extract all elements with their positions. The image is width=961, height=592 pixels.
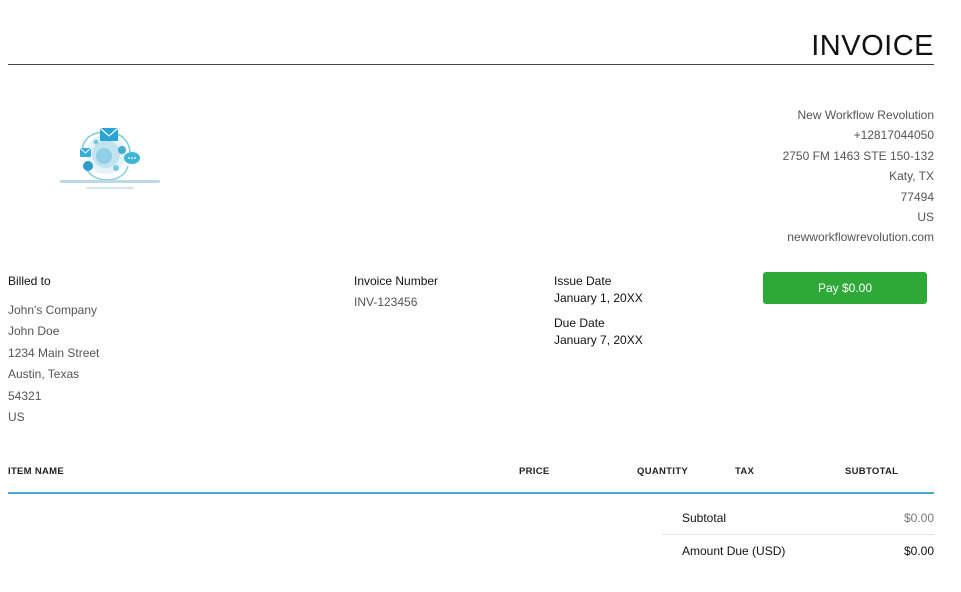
amount-due-label: Amount Due (USD) [682, 544, 786, 558]
column-tax: TAX [735, 466, 755, 477]
amount-due-value: $0.00 [903, 544, 934, 558]
invoice-number-label: Invoice Number [354, 274, 439, 288]
totals-divider [662, 534, 934, 535]
company-name: New Workflow Revolution [797, 108, 935, 122]
company-info: New Workflow Revolution +12817044050 275… [783, 105, 934, 248]
company-phone: +12817044050 [853, 128, 934, 143]
due-date-label: Due Date [554, 316, 605, 330]
column-price: PRICE [519, 466, 550, 477]
due-date: January 7, 20XX [554, 333, 643, 347]
table-header-divider [8, 492, 934, 494]
subtotal-value: $0.00 [903, 511, 934, 525]
invoice-number: INV-123456 [354, 295, 418, 309]
billed-company: John's Company [8, 303, 98, 317]
company-logo [58, 124, 162, 196]
company-country: US [917, 210, 934, 225]
billed-city-state: Austin, Texas [8, 367, 80, 382]
subtotal-label: Subtotal [682, 511, 727, 525]
billed-to-details: John's Company John Doe 1234 Main Street… [8, 300, 99, 428]
billed-name: John Doe [8, 324, 60, 339]
company-city-state: Katy, TX [889, 169, 934, 184]
company-address: 2750 FM 1463 STE 150-132 [782, 148, 934, 163]
column-quantity: QUANTITY [637, 466, 688, 477]
column-subtotal: SUBTOTAL [845, 466, 899, 477]
title-divider [8, 64, 934, 65]
billed-zip: 54321 [8, 388, 42, 403]
billed-to-label: Billed to [8, 274, 51, 288]
envelope-network-logo-icon [60, 127, 160, 189]
billed-country: US [8, 410, 25, 425]
company-website: newworkflowrevolution.com [787, 230, 934, 245]
billed-street: 1234 Main Street [8, 345, 100, 360]
company-zip: 77494 [900, 189, 934, 204]
issue-date-label: Issue Date [554, 274, 612, 288]
pay-button[interactable]: Pay $0.00 [763, 272, 927, 304]
issue-date: January 1, 20XX [554, 291, 643, 305]
column-item-name: ITEM NAME [8, 466, 65, 477]
invoice-title: INVOICE [811, 30, 934, 62]
